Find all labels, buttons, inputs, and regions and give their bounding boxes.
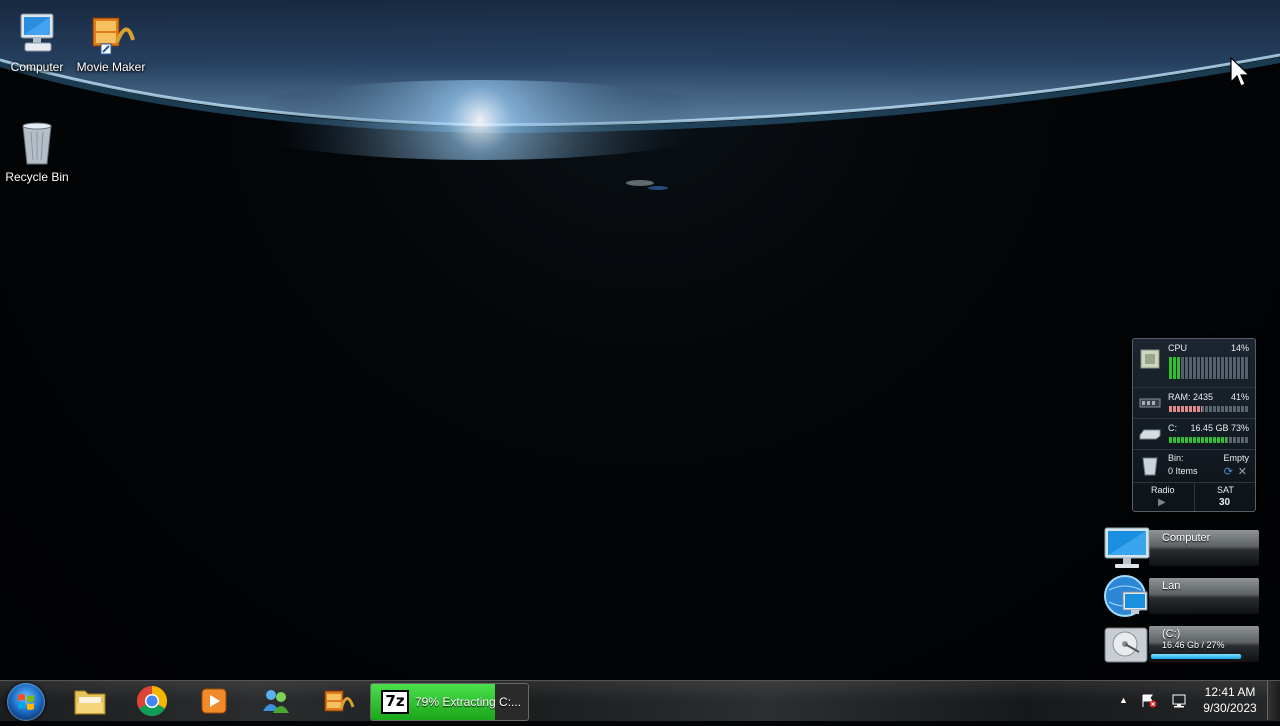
- ram-value: 41%: [1230, 392, 1249, 402]
- desktop-icon-movie-maker[interactable]: Movie Maker: [74, 10, 148, 74]
- drive-usage-bar: [1151, 654, 1243, 659]
- drive-name: Lan: [1162, 580, 1181, 592]
- taskbar-movie-maker-button[interactable]: [312, 683, 362, 719]
- drive-name: Computer: [1162, 532, 1211, 544]
- bin-row: Bin: Empty 0 Items ⟳ ✕: [1133, 450, 1255, 483]
- bin-status: Empty: [1223, 453, 1249, 463]
- desktop-icon-label: Movie Maker: [76, 60, 146, 74]
- drive-name: (C:): [1162, 628, 1181, 640]
- disk-drive-icon: [1139, 427, 1161, 445]
- media-player-icon: [201, 688, 227, 714]
- day-label: SAT: [1217, 485, 1234, 495]
- chrome-icon: [136, 686, 168, 717]
- clock-date: 9/30/2023: [1203, 701, 1257, 715]
- radio-widget[interactable]: Radio ▶: [1133, 483, 1195, 511]
- action-center-flag-icon[interactable]: [1141, 694, 1157, 708]
- mouse-cursor: [1230, 56, 1251, 94]
- show-desktop-button[interactable]: [1267, 681, 1280, 720]
- drive-gadget-computer[interactable]: Computer: [1103, 526, 1259, 570]
- desktop-wallpaper: [0, 0, 1280, 680]
- task-label: 79% Extracting C:...: [415, 695, 522, 709]
- empty-bin-icon[interactable]: ✕: [1238, 465, 1247, 478]
- desktop-icon-label: Recycle Bin: [5, 170, 69, 184]
- folder-icon: [74, 690, 106, 715]
- disk-row: C: 16.45 GB 73%: [1133, 419, 1255, 450]
- movie-maker-icon: [87, 10, 135, 58]
- system-monitor-gadget[interactable]: CPU 14% RAM: 2435 41% C: 16.45 GB 73% Bi…: [1132, 338, 1256, 512]
- cpu-usage-bar: [1169, 357, 1249, 379]
- desktop-icon-label: Computer: [10, 60, 64, 74]
- cpu-value: 14%: [1230, 343, 1249, 353]
- movie-maker-icon: [324, 690, 355, 712]
- drive-gadget-lan[interactable]: Lan: [1103, 574, 1259, 618]
- drive-usage-text: 16.46 Gb / 27%: [1162, 640, 1225, 650]
- drive-gadget-c[interactable]: (C:) 16.46 Gb / 27%: [1103, 622, 1259, 666]
- 7zip-logo-icon: 7z: [381, 690, 409, 714]
- cpu-row: CPU 14%: [1133, 339, 1255, 388]
- hard-drive-icon: [1103, 622, 1151, 666]
- bin-icon: [1139, 456, 1161, 476]
- taskbar-messenger-button[interactable]: [250, 683, 300, 719]
- network-globe-icon: [1103, 574, 1151, 618]
- recycle-bin-icon: [13, 120, 61, 168]
- windows-logo-icon: [18, 694, 34, 710]
- day-number: 30: [1219, 497, 1231, 508]
- date-widget: SAT 30: [1195, 483, 1255, 511]
- taskbar-explorer-button[interactable]: [64, 683, 114, 719]
- taskbar-media-player-button[interactable]: [188, 683, 238, 719]
- ram-stick-icon: [1139, 396, 1161, 414]
- cpu-chip-icon: [1139, 349, 1161, 369]
- start-button[interactable]: [7, 683, 45, 721]
- play-icon[interactable]: ▶: [1158, 497, 1166, 508]
- taskbar-chrome-button[interactable]: [126, 683, 176, 719]
- disk-value: 16.45 GB 73%: [1190, 423, 1249, 433]
- messenger-icon: [263, 690, 289, 713]
- computer-icon: [13, 10, 61, 58]
- radio-label: Radio: [1151, 485, 1175, 495]
- network-tray-icon[interactable]: [1171, 694, 1187, 708]
- ram-usage-bar: [1169, 406, 1249, 412]
- disk-usage-bar: [1169, 437, 1249, 443]
- taskbar: 7z 79% Extracting C:...: [0, 680, 1280, 721]
- show-hidden-icons-icon[interactable]: ▲: [1119, 695, 1135, 709]
- desktop-icon-computer[interactable]: Computer: [0, 10, 74, 74]
- monitor-icon: [1103, 526, 1151, 570]
- desktop-icon-recycle-bin[interactable]: Recycle Bin: [0, 120, 74, 184]
- refresh-icon[interactable]: ⟳: [1224, 465, 1233, 478]
- taskbar-7zip-extract-task[interactable]: 7z 79% Extracting C:...: [370, 683, 529, 721]
- clock-time: 12:41 AM: [1204, 685, 1256, 699]
- system-clock[interactable]: 12:41 AM 9/30/2023: [1198, 684, 1262, 716]
- ram-row: RAM: 2435 41%: [1133, 388, 1255, 419]
